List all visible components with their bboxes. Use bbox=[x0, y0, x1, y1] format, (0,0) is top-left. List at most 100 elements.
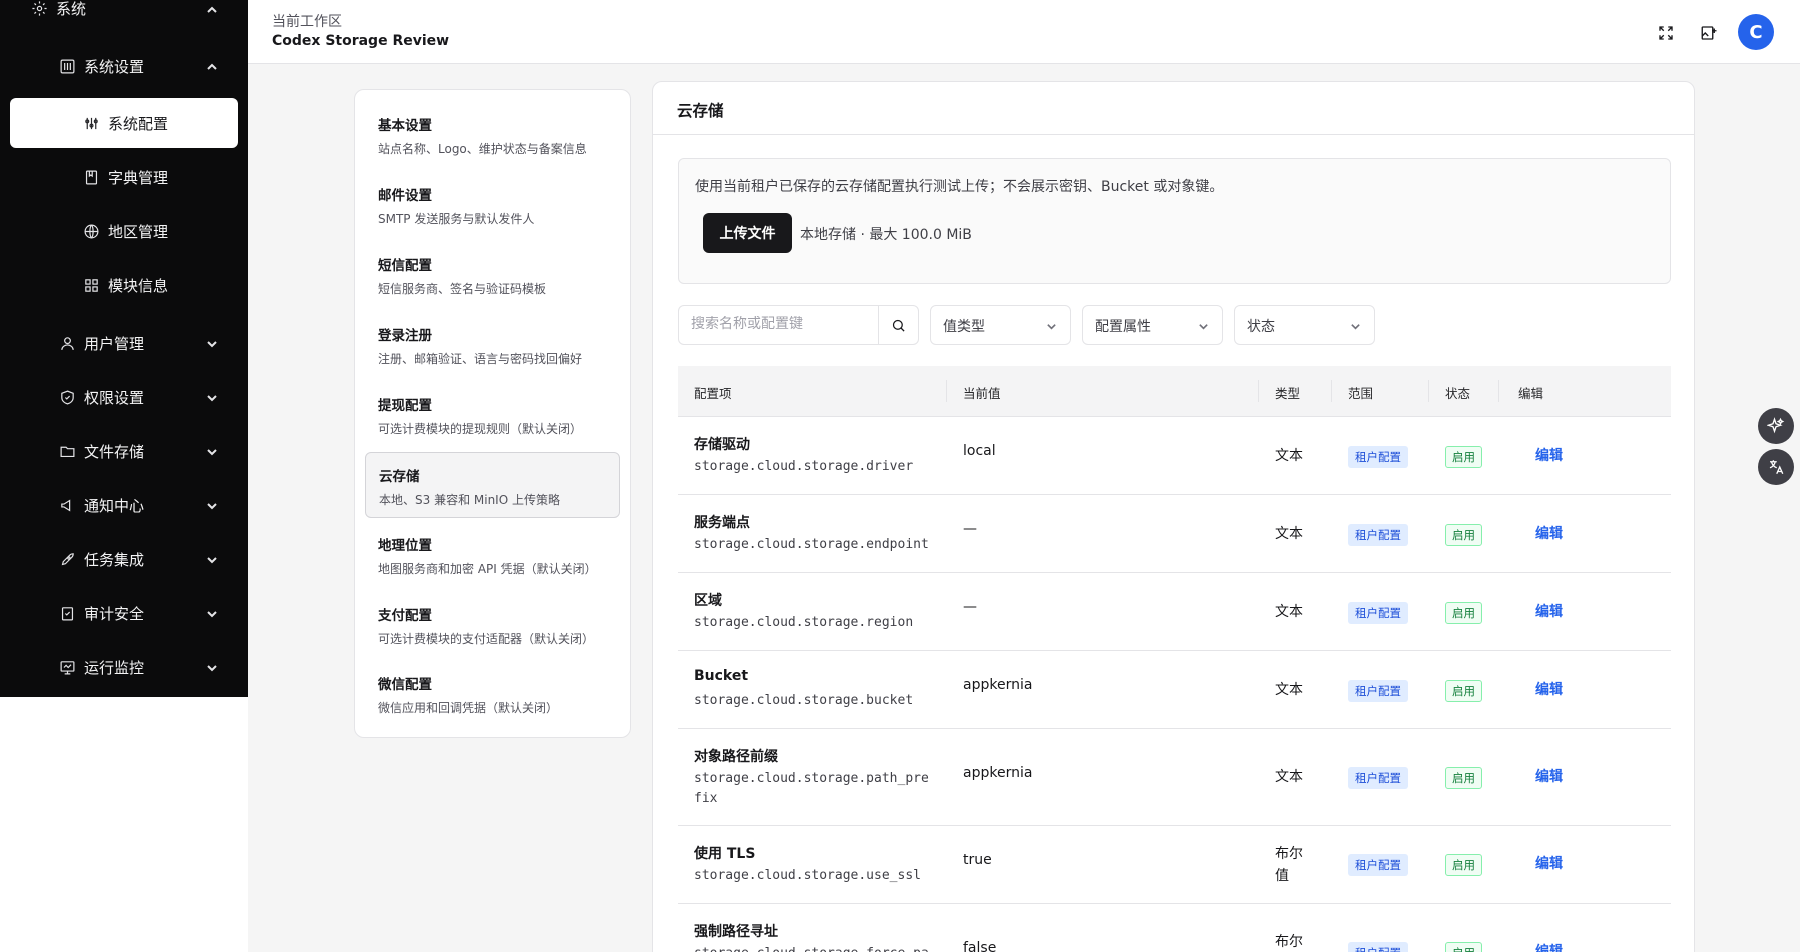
chevron-down-icon bbox=[206, 390, 220, 404]
status-badge: 启用 bbox=[1445, 854, 1482, 876]
config-key: storage.cloud.storage.use_ssl bbox=[694, 868, 921, 883]
status-badge: 启用 bbox=[1445, 767, 1482, 789]
config-value: appkernia bbox=[963, 765, 1033, 781]
settings-nav-wechat[interactable]: 微信配置 微信应用和回调凭据（默认关闭） bbox=[365, 661, 620, 727]
sidebar-section-label: 任务集成 bbox=[84, 550, 145, 569]
nav-item-desc: 短信服务商、签名与验证码模板 bbox=[378, 282, 547, 296]
settings-nav-mail[interactable]: 邮件设置 SMTP 发送服务与默认发件人 bbox=[365, 172, 620, 238]
nav-item-desc: 地图服务商和加密 API 凭据（默认关闭） bbox=[378, 562, 597, 576]
sidebar-section-label: 用户管理 bbox=[84, 334, 145, 353]
settings-nav-cloud-storage[interactable]: 云存储 本地、S3 兼容和 MinIO 上传策略 bbox=[365, 452, 620, 518]
filter-value-type[interactable]: 值类型 bbox=[930, 305, 1071, 345]
sidebar-menu: 系统 系统设置 系统配置 字典管理 地区管理 模块信息 用户管理 权限设置 文件… bbox=[0, 0, 248, 697]
nav-item-desc: 微信应用和回调凭据（默认关闭） bbox=[378, 701, 559, 715]
edit-link[interactable]: 编辑 bbox=[1535, 445, 1563, 465]
rocket-icon bbox=[58, 550, 76, 568]
nav-item-title: 邮件设置 bbox=[378, 188, 432, 204]
edit-link[interactable]: 编辑 bbox=[1535, 601, 1563, 621]
sidebar-section-system[interactable]: 系统 bbox=[0, 0, 248, 31]
settings-nav-withdraw[interactable]: 提现配置 可选计费模块的提现规则（默认关闭） bbox=[365, 382, 620, 448]
scope-badge: 租户配置 bbox=[1348, 524, 1408, 546]
sidebar-section-label: 系统 bbox=[56, 0, 87, 18]
nav-item-desc: 可选计费模块的提现规则（默认关闭） bbox=[378, 422, 583, 436]
status-badge: 启用 bbox=[1445, 942, 1482, 952]
column-divider bbox=[1258, 380, 1259, 402]
status-badge: 启用 bbox=[1445, 602, 1482, 624]
config-type: 布尔值 bbox=[1275, 846, 1303, 884]
sidebar-item-dictionary[interactable]: 字典管理 bbox=[0, 154, 248, 200]
search-input[interactable] bbox=[691, 316, 871, 332]
col-header-scope: 范围 bbox=[1348, 386, 1374, 401]
nav-item-title: 短信配置 bbox=[378, 258, 432, 274]
chevron-down-icon bbox=[206, 336, 220, 350]
sidebar-section-task-integration[interactable]: 任务集成 bbox=[0, 536, 248, 582]
column-divider bbox=[1428, 380, 1429, 402]
settings-nav-payment[interactable]: 支付配置 可选计费模块的支付适配器（默认关闭） bbox=[365, 592, 620, 658]
config-value: appkernia bbox=[963, 677, 1033, 693]
edit-link[interactable]: 编辑 bbox=[1535, 523, 1563, 543]
table-row: 服务端点 storage.cloud.storage.endpoint — 文本… bbox=[678, 495, 1671, 573]
sidebar-section-permissions[interactable]: 权限设置 bbox=[0, 374, 248, 420]
avatar[interactable]: C bbox=[1738, 14, 1774, 50]
fullscreen-button[interactable] bbox=[1653, 20, 1679, 46]
sidebar-section-audit-security[interactable]: 审计安全 bbox=[0, 590, 248, 636]
filter-config-attr[interactable]: 配置属性 bbox=[1082, 305, 1223, 345]
book-icon bbox=[82, 168, 100, 186]
grid-icon bbox=[82, 276, 100, 294]
scope-badge: 租户配置 bbox=[1348, 854, 1408, 876]
filter-label: 状态 bbox=[1247, 319, 1275, 335]
column-divider bbox=[1331, 380, 1332, 402]
nav-item-title: 支付配置 bbox=[378, 608, 432, 624]
edit-link[interactable]: 编辑 bbox=[1535, 679, 1563, 699]
settings-nav-geo[interactable]: 地理位置 地图服务商和加密 API 凭据（默认关闭） bbox=[365, 522, 620, 588]
translate-button[interactable] bbox=[1758, 449, 1794, 485]
edit-link[interactable]: 编辑 bbox=[1535, 853, 1563, 873]
config-name: 存储驱动 bbox=[694, 437, 750, 453]
table-row: Bucket storage.cloud.storage.bucket appk… bbox=[678, 651, 1671, 729]
status-badge: 启用 bbox=[1445, 446, 1482, 468]
chevron-down-icon bbox=[206, 552, 220, 566]
ai-assist-button[interactable] bbox=[1758, 408, 1794, 444]
scope-badge: 租户配置 bbox=[1348, 767, 1408, 789]
upload-description: 使用当前租户已保存的云存储配置执行测试上传；不会展示密钥、Bucket 或对象键… bbox=[695, 179, 1224, 195]
sidebar-section-label: 审计安全 bbox=[84, 604, 145, 623]
search-icon bbox=[892, 319, 905, 332]
sidebar-item-label: 模块信息 bbox=[108, 276, 169, 295]
search-button[interactable] bbox=[878, 305, 919, 345]
settings-nav-login[interactable]: 登录注册 注册、邮箱验证、语言与密码找回偏好 bbox=[365, 312, 620, 378]
sidebar-section-notifications[interactable]: 通知中心 bbox=[0, 482, 248, 528]
config-value: local bbox=[963, 443, 996, 459]
sidebar: 系统 系统设置 系统配置 字典管理 地区管理 模块信息 用户管理 权限设置 文件… bbox=[0, 0, 248, 952]
sidebar-item-region[interactable]: 地区管理 bbox=[0, 208, 248, 254]
config-key: storage.cloud.storage.force_path_style bbox=[694, 944, 934, 952]
megaphone-icon bbox=[58, 496, 76, 514]
image-add-button[interactable] bbox=[1696, 20, 1722, 46]
chevron-down-icon bbox=[206, 444, 220, 458]
sidebar-section-monitoring[interactable]: 运行监控 bbox=[0, 644, 248, 690]
sidebar-section-users[interactable]: 用户管理 bbox=[0, 320, 248, 366]
sidebar-item-modules[interactable]: 模块信息 bbox=[0, 262, 248, 308]
edit-link[interactable]: 编辑 bbox=[1535, 941, 1563, 952]
config-value: true bbox=[963, 852, 992, 868]
settings-nav-basic[interactable]: 基本设置 站点名称、Logo、维护状态与备案信息 bbox=[365, 102, 620, 168]
sidebar-section-file-storage[interactable]: 文件存储 bbox=[0, 428, 248, 474]
test-upload-box: 使用当前租户已保存的云存储配置执行测试上传；不会展示密钥、Bucket 或对象键… bbox=[678, 158, 1671, 284]
column-divider bbox=[1498, 380, 1499, 402]
filter-status[interactable]: 状态 bbox=[1234, 305, 1375, 345]
config-type: 文本 bbox=[1275, 682, 1303, 698]
settings-nav-sms[interactable]: 短信配置 短信服务商、签名与验证码模板 bbox=[365, 242, 620, 308]
sidebar-item-system-config[interactable]: 系统配置 bbox=[10, 98, 238, 148]
nav-item-title: 基本设置 bbox=[378, 118, 432, 134]
config-key: storage.cloud.storage.region bbox=[694, 615, 914, 630]
upload-file-button[interactable]: 上传文件 bbox=[703, 213, 792, 253]
config-name: 服务端点 bbox=[694, 515, 750, 531]
column-divider bbox=[946, 380, 947, 402]
sidebar-group-system-settings[interactable]: 系统设置 bbox=[0, 43, 248, 89]
workspace-label: 当前工作区 bbox=[272, 14, 342, 30]
config-type: 文本 bbox=[1275, 526, 1303, 542]
sidebar-section-label: 文件存储 bbox=[84, 442, 145, 461]
config-value: false bbox=[963, 940, 997, 952]
edit-link[interactable]: 编辑 bbox=[1535, 766, 1563, 786]
config-type: 文本 bbox=[1275, 769, 1303, 785]
col-header-item: 配置项 bbox=[694, 386, 732, 401]
